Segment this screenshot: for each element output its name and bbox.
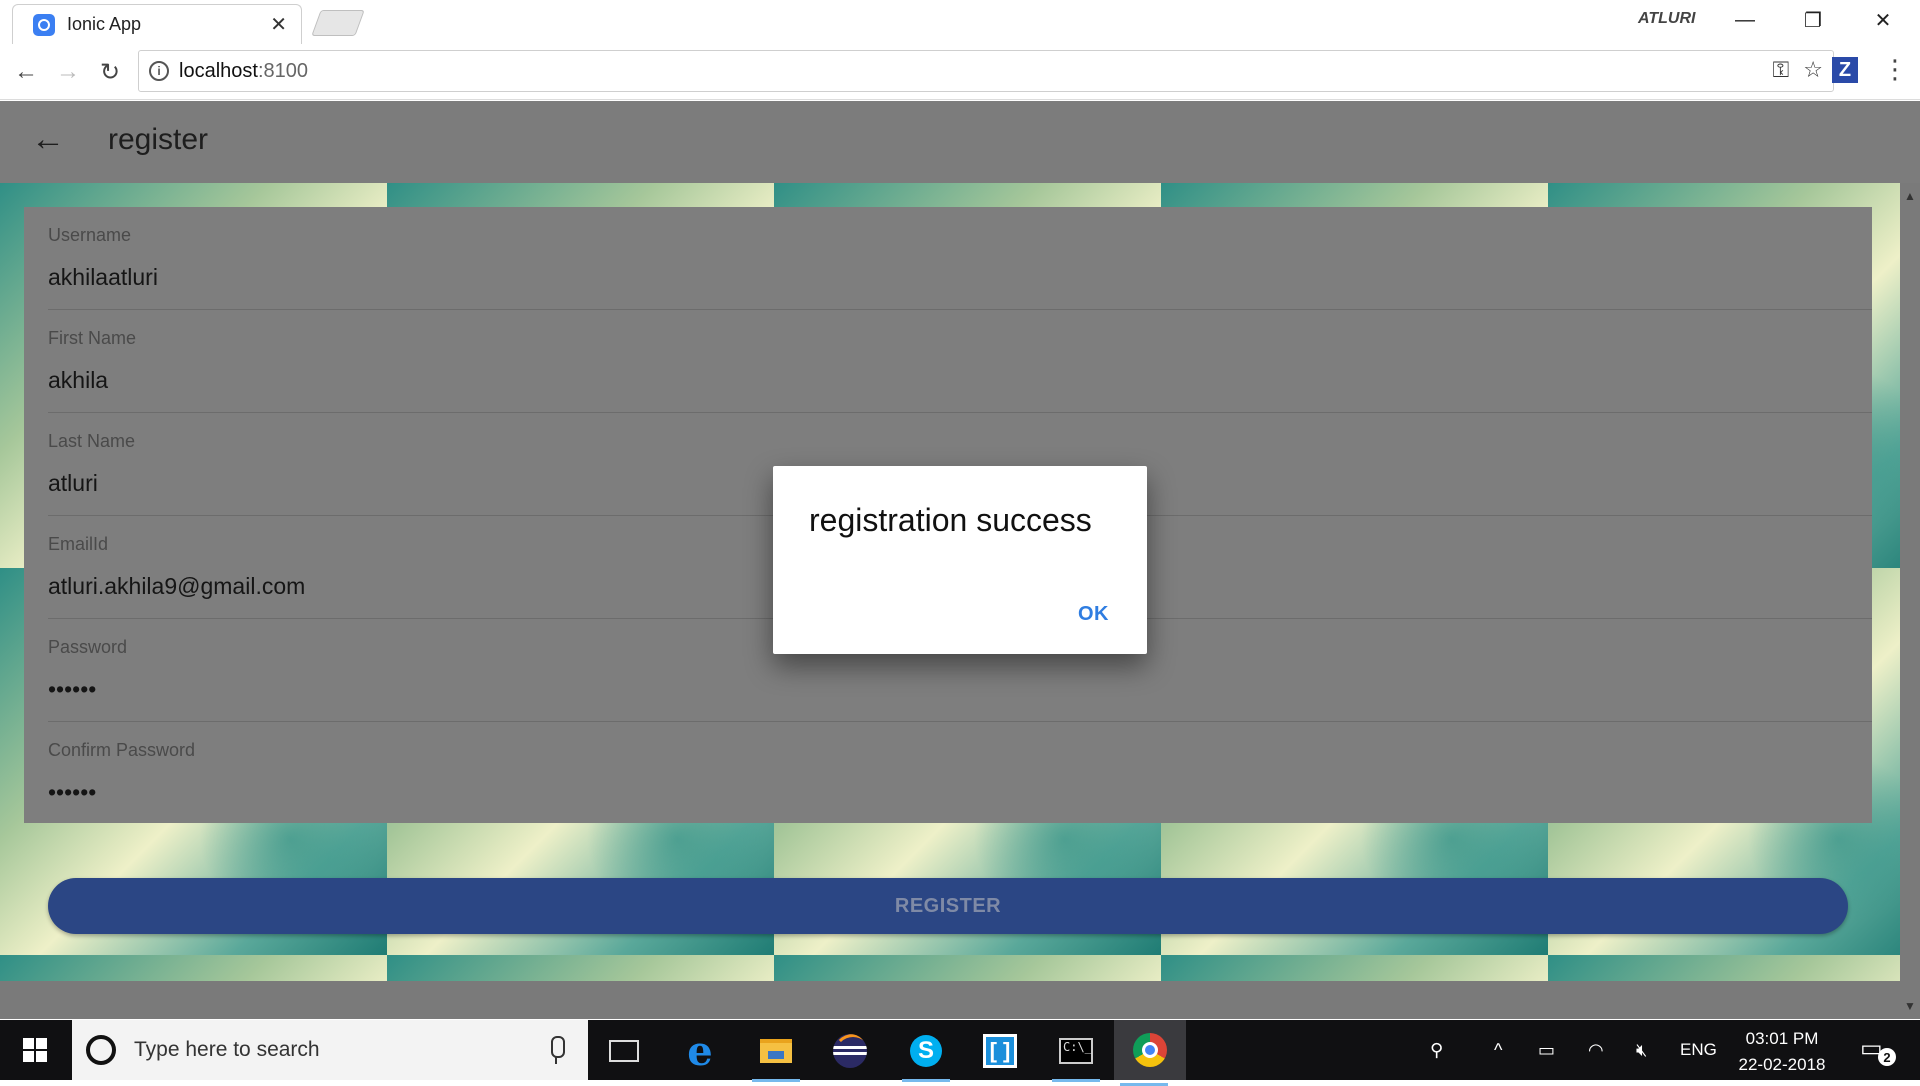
language-indicator[interactable]: ENG [1680, 1020, 1717, 1080]
action-center-button[interactable]: ▭ 2 [1860, 1034, 1896, 1066]
field-label: Username [48, 225, 132, 245]
eclipse-taskbar-button[interactable] [820, 1026, 880, 1076]
bookmark-star-icon[interactable]: ☆ [1803, 57, 1823, 83]
first-name-field[interactable]: First Name akhila [48, 310, 1872, 413]
edge-icon: e [687, 1027, 713, 1075]
skype-icon: S [910, 1035, 942, 1067]
forward-icon[interactable]: → [50, 54, 86, 90]
app-header: ← register [0, 101, 1920, 183]
browser-titlebar: Ionic App ✕ ATLURI — ❐ ✕ [0, 0, 1920, 44]
field-input[interactable]: akhilaatluri [48, 264, 158, 291]
file-explorer-taskbar-button[interactable] [746, 1026, 806, 1082]
address-bar[interactable]: i localhost:8100 ⚿ ☆ [138, 50, 1834, 92]
taskbar-search[interactable]: Type here to search [72, 1020, 588, 1080]
scroll-down-arrow-icon[interactable]: ▼ [1904, 999, 1916, 1013]
wifi-icon[interactable]: ◠ [1588, 1020, 1604, 1080]
clock-date: 22-02-2018 [1738, 1055, 1826, 1074]
cmd-taskbar-button[interactable]: C:\_ [1046, 1026, 1106, 1082]
alert-dialog: registration success OK [773, 466, 1147, 654]
ok-button[interactable]: OK [1078, 603, 1109, 626]
browser-menu-icon[interactable]: ⋮ [1880, 54, 1910, 85]
system-clock[interactable]: 03:01 PM 22-02-2018 [1722, 1026, 1842, 1078]
file-explorer-icon [760, 1039, 792, 1063]
confirm-password-field[interactable]: Confirm Password •••••• [48, 722, 1872, 825]
brackets-icon: [ ] [983, 1034, 1017, 1068]
field-label: EmailId [48, 534, 109, 554]
show-hidden-icons-chevron-icon[interactable]: ^ [1494, 1020, 1502, 1080]
profile-name[interactable]: ATLURI [1638, 10, 1695, 28]
edge-taskbar-button[interactable]: e [670, 1026, 730, 1076]
skype-taskbar-button[interactable]: S [896, 1026, 956, 1082]
scrollbar[interactable] [1900, 183, 1920, 1019]
brackets-taskbar-button[interactable]: [ ] [970, 1026, 1030, 1076]
app-back-icon[interactable]: ← [28, 119, 68, 159]
tab-close-icon[interactable]: ✕ [270, 12, 287, 37]
url-host: localhost [179, 59, 258, 82]
microphone-icon[interactable] [546, 1036, 566, 1064]
tab-title: Ionic App [67, 14, 142, 34]
restore-icon[interactable]: ❐ [1778, 0, 1848, 40]
field-input[interactable]: akhila [48, 367, 108, 394]
clock-time: 03:01 PM [1745, 1029, 1819, 1048]
field-input[interactable]: •••••• [48, 676, 96, 703]
ionic-favicon-icon [33, 13, 55, 36]
field-input[interactable]: •••••• [48, 779, 96, 806]
reload-icon[interactable]: ↻ [92, 54, 128, 90]
minimize-icon[interactable]: — [1710, 0, 1780, 40]
windows-taskbar: Type here to search e S [ ] C:\_ ⚲ ^ ▭ ◠… [0, 1020, 1920, 1086]
task-view-icon [609, 1040, 639, 1062]
field-input[interactable]: atluri [48, 470, 98, 497]
field-input[interactable]: atluri.akhila9@gmail.com [48, 573, 305, 600]
url-port: :8100 [257, 59, 308, 82]
field-label: First Name [48, 328, 137, 348]
dialog-title: registration success [809, 502, 1092, 538]
people-icon[interactable]: ⚲ [1430, 1020, 1443, 1080]
chrome-icon [1133, 1033, 1167, 1067]
notification-count-badge: 2 [1878, 1048, 1896, 1066]
field-label: Confirm Password [48, 740, 196, 760]
volume-muted-icon[interactable]: 🔇︎ [1636, 1020, 1647, 1080]
browser-tab[interactable]: Ionic App ✕ [12, 4, 302, 44]
extension-z-icon[interactable]: Z [1832, 57, 1858, 83]
register-button[interactable]: REGISTER [48, 878, 1848, 934]
windows-logo-icon [23, 1038, 47, 1062]
chrome-taskbar-button[interactable] [1114, 1020, 1186, 1086]
back-icon[interactable]: ← [8, 54, 44, 90]
page-title: register [108, 123, 209, 156]
username-field[interactable]: Username akhilaatluri [48, 207, 1872, 310]
browser-toolbar: ← → ↻ i localhost:8100 ⚿ ☆ Z ⋮ [0, 44, 1920, 100]
battery-icon[interactable]: ▭ [1538, 1020, 1555, 1080]
scroll-up-arrow-icon[interactable]: ▲ [1904, 189, 1916, 203]
close-window-icon[interactable]: ✕ [1848, 0, 1918, 40]
search-input[interactable]: Type here to search [134, 1038, 546, 1062]
field-label: Password [48, 637, 128, 657]
cortana-icon[interactable] [86, 1035, 116, 1065]
new-tab-button[interactable] [311, 10, 365, 36]
start-button[interactable] [0, 1020, 70, 1080]
field-label: Last Name [48, 431, 136, 451]
eclipse-icon [833, 1034, 867, 1068]
site-info-icon[interactable]: i [149, 61, 169, 81]
password-key-icon[interactable]: ⚿ [1773, 57, 1790, 83]
task-view-button[interactable] [594, 1026, 654, 1076]
command-prompt-icon: C:\_ [1059, 1038, 1093, 1064]
content-footer [0, 981, 1920, 1019]
